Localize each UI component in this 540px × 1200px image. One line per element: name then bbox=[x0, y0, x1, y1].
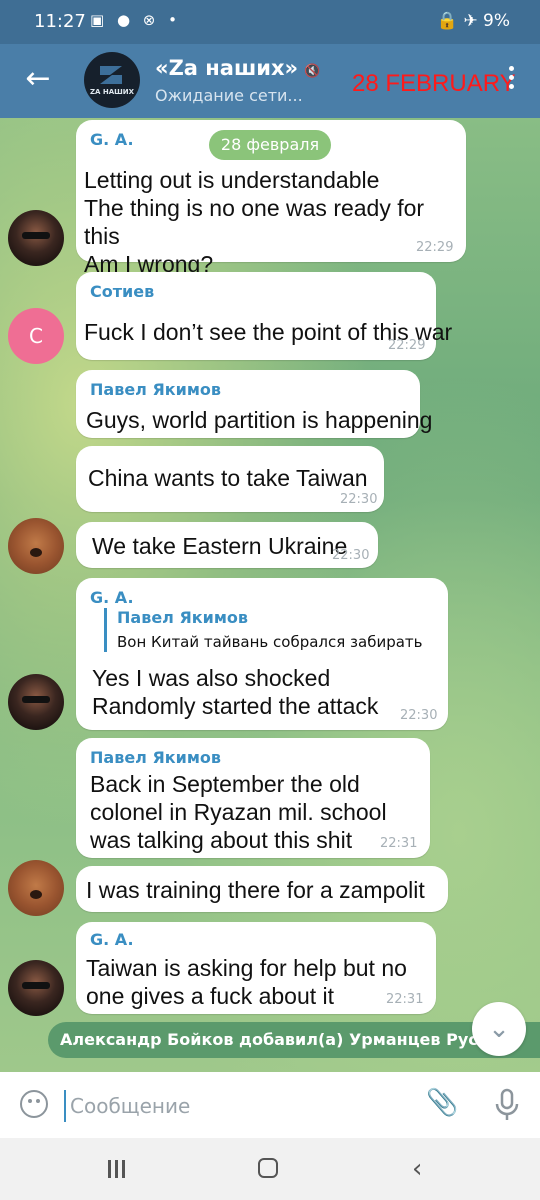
message-bubble[interactable]: Павел Якимов Back in September the old c… bbox=[76, 738, 430, 858]
message-bubble[interactable]: G. A. Taiwan is asking for help but no o… bbox=[76, 922, 436, 1014]
avatar-ga[interactable] bbox=[8, 960, 64, 1016]
back-arrow-icon[interactable]: ← bbox=[20, 62, 56, 98]
paperclip-icon[interactable]: 📎 bbox=[426, 1088, 458, 1122]
system-nav-bar: ‹ bbox=[0, 1138, 540, 1200]
chat-avatar[interactable]: ZA НАШИХ bbox=[84, 52, 140, 108]
home-icon[interactable] bbox=[258, 1158, 278, 1178]
message-text: Taiwan is asking for help but no one giv… bbox=[86, 955, 407, 1009]
microphone-icon[interactable] bbox=[494, 1088, 520, 1122]
message-time: 22:30 bbox=[400, 708, 438, 723]
message-bubble[interactable]: We take Eastern Ukraine 22:30 bbox=[76, 522, 378, 568]
message-sender[interactable]: G. A. bbox=[90, 588, 134, 607]
logo-icon bbox=[100, 66, 122, 84]
avatar-dog[interactable] bbox=[8, 860, 64, 916]
more-options-icon[interactable] bbox=[504, 66, 518, 96]
message-time: 22:30 bbox=[340, 492, 378, 507]
avatar-ga[interactable] bbox=[8, 210, 64, 266]
message-time: 22:31 bbox=[380, 836, 418, 851]
message-bubble[interactable]: Павел Якимов Guys, world partition is ha… bbox=[76, 370, 432, 438]
message-text: We take Eastern Ukraine bbox=[92, 533, 348, 559]
message-sender[interactable]: G. A. bbox=[90, 130, 134, 149]
message-time: 22:29 bbox=[388, 338, 426, 353]
message-input-bar: 📎 bbox=[0, 1072, 540, 1138]
message-bubble[interactable]: China wants to take Taiwan 22:30 bbox=[76, 446, 384, 512]
message-sender[interactable]: G. A. bbox=[90, 930, 134, 949]
status-bar: 11:27 ▣ ● ⊗ • 🔒 ✈ 9% bbox=[0, 0, 540, 44]
message-text: I was training there for a zampolit bbox=[86, 877, 425, 903]
avatar-label: ZA НАШИХ bbox=[89, 88, 135, 96]
message-sender[interactable]: Сотиев bbox=[90, 282, 154, 301]
reply-quote[interactable]: Павел Якимов Вон Китай тайвань собрался … bbox=[104, 608, 423, 652]
message-text: Yes I was also shocked Randomly started … bbox=[92, 665, 379, 719]
service-message: Александр Бойков добавил(а) Урманцев Рус… bbox=[48, 1022, 540, 1058]
message-bubble[interactable]: Сотиев Fuck I don’t see the point of thi… bbox=[76, 272, 452, 360]
message-bubble[interactable]: G. A. Yes I was also shocked Randomly st… bbox=[76, 578, 448, 730]
mute-icon: 🔇 bbox=[304, 64, 321, 79]
message-time: 22:30 bbox=[332, 548, 370, 563]
date-pill: 28 февраля bbox=[209, 130, 331, 160]
chat-area[interactable]: G. A. Letting out is understandable The … bbox=[0, 118, 540, 1072]
notification-icons: ▣ ● ⊗ • bbox=[90, 11, 181, 29]
message-text: Guys, world partition is happening bbox=[86, 407, 433, 433]
message-bubble[interactable]: I was training there for a zampolit bbox=[76, 866, 448, 912]
message-text: Back in September the old colonel in Rya… bbox=[90, 771, 387, 853]
reply-text: Вон Китай тайвань собрался забирать bbox=[117, 633, 423, 651]
chat-header: ← ZA НАШИХ «Zа наших» 🔇 Ожидание сети... … bbox=[0, 44, 540, 118]
nav-back-icon[interactable]: ‹ bbox=[412, 1154, 422, 1184]
avatar-dog[interactable] bbox=[8, 518, 64, 574]
message-sender[interactable]: Павел Якимов bbox=[90, 380, 221, 399]
reply-sender: Павел Якимов bbox=[117, 608, 249, 627]
message-sender[interactable]: Павел Якимов bbox=[90, 748, 221, 767]
avatar-ga[interactable] bbox=[8, 674, 64, 730]
date-overlay-caption: 28 FEBRUARY bbox=[352, 70, 516, 97]
recent-apps-icon[interactable] bbox=[108, 1160, 130, 1178]
message-time: 22:29 bbox=[416, 240, 454, 255]
chat-status: Ожидание сети... bbox=[155, 86, 303, 105]
message-text: China wants to take Taiwan bbox=[88, 465, 368, 491]
avatar-c[interactable]: C bbox=[8, 308, 64, 364]
status-time: 11:27 bbox=[34, 11, 86, 32]
emoji-icon[interactable] bbox=[20, 1090, 48, 1118]
message-input[interactable] bbox=[64, 1090, 402, 1122]
chat-title-text: «Zа наших» bbox=[155, 56, 299, 80]
chat-title[interactable]: «Zа наших» 🔇 bbox=[155, 56, 320, 80]
scroll-down-icon[interactable]: ⌄ bbox=[472, 1002, 526, 1056]
message-time: 22:31 bbox=[386, 992, 424, 1007]
message-text: Letting out is understandable The thing … bbox=[84, 167, 425, 277]
status-right-icons: 🔒 ✈ 9% bbox=[436, 11, 510, 31]
